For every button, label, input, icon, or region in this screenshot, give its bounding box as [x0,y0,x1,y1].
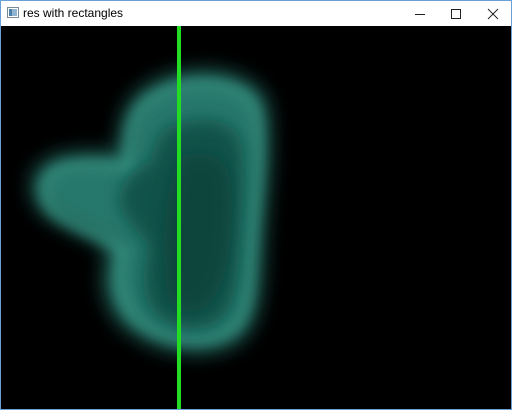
vertical-line-marker [177,26,181,409]
minimize-icon [415,13,425,15]
opencv-window-icon [7,7,19,18]
close-icon [487,8,499,19]
close-button[interactable] [475,1,511,26]
app-window: res with rectangles [0,0,512,410]
image-display [1,26,511,409]
title-bar[interactable]: res with rectangles [1,1,511,26]
minimize-button[interactable] [402,1,438,26]
maximize-button[interactable] [438,1,474,26]
image-canvas [1,26,511,409]
maximize-icon [451,8,461,19]
window-title: res with rectangles [23,6,124,20]
